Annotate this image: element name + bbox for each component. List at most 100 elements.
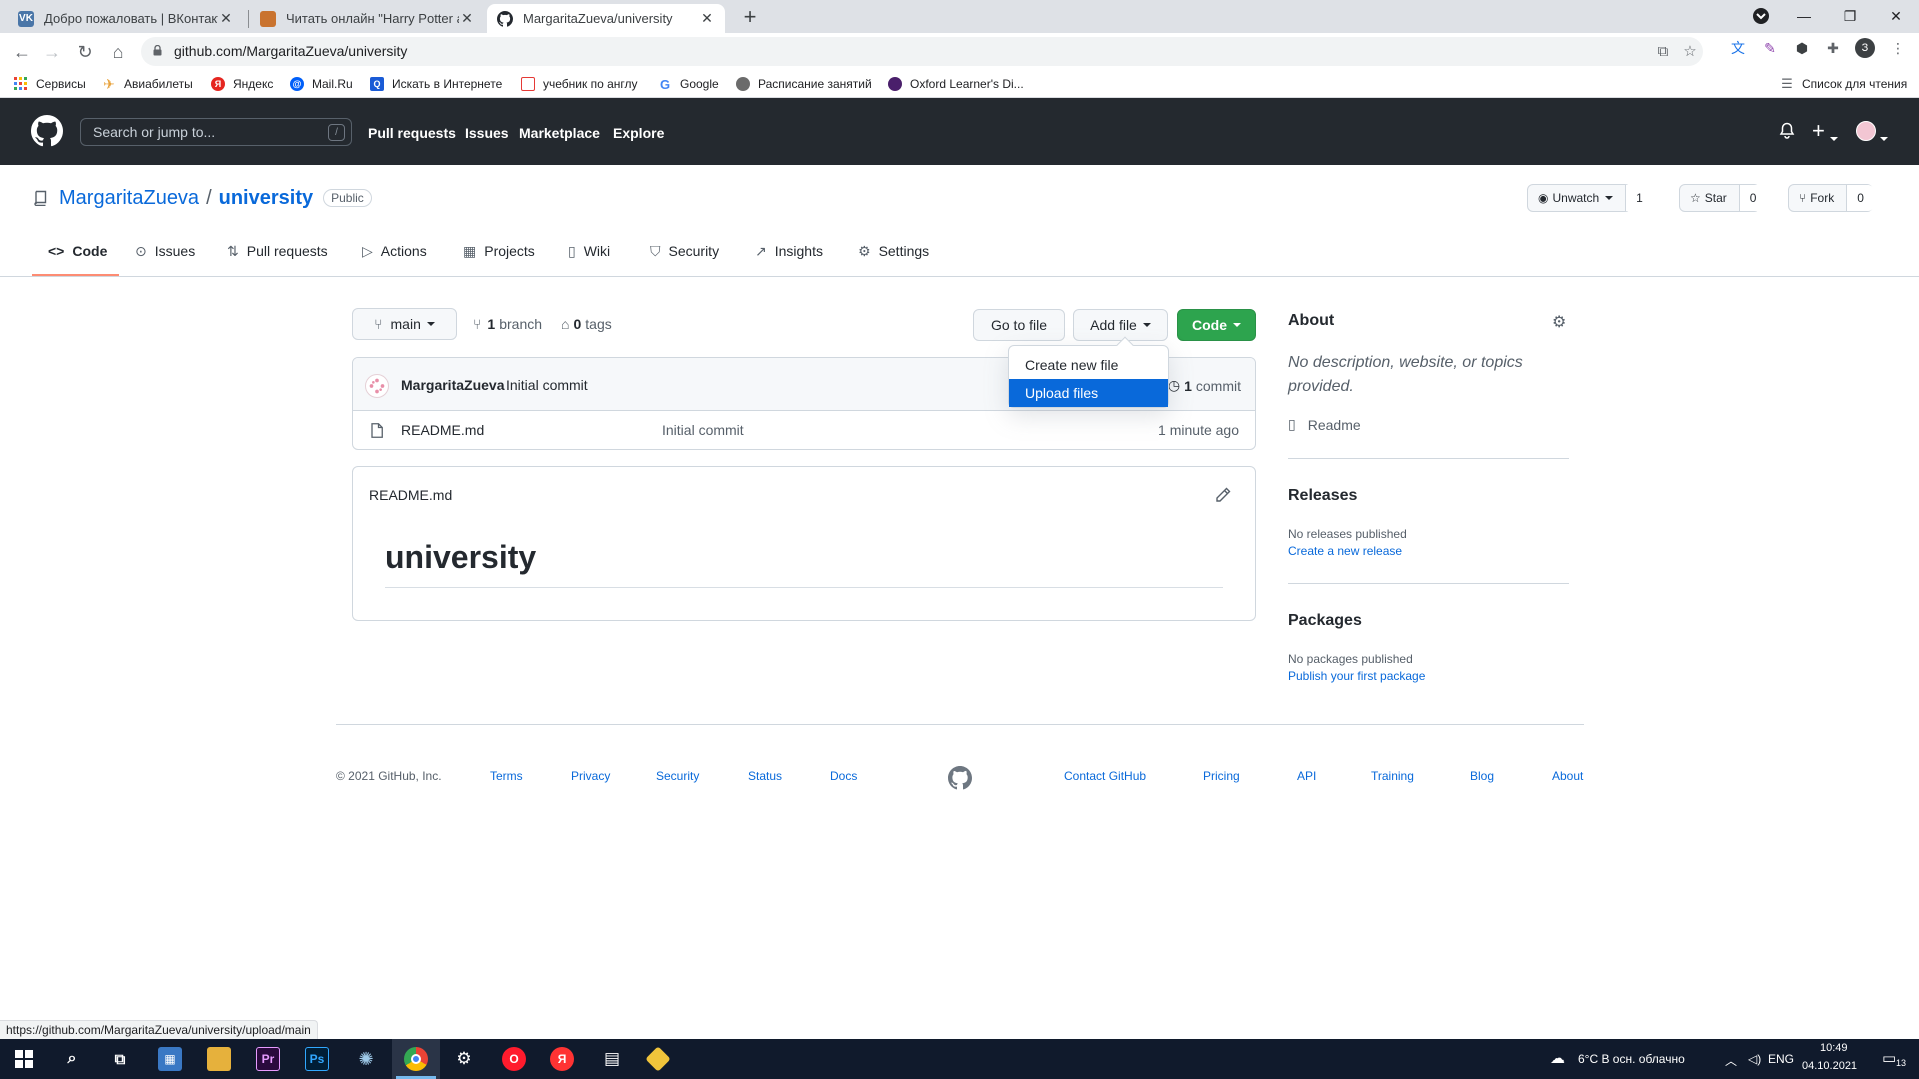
search-icon[interactable]: ⌕ xyxy=(60,1047,84,1071)
releases-heading[interactable]: Releases xyxy=(1288,487,1357,505)
star-button[interactable]: ☆ Star 0 xyxy=(1679,184,1767,212)
footer-link-status[interactable]: Status xyxy=(748,769,782,783)
footer-link-security[interactable]: Security xyxy=(656,769,699,783)
repo-name-link[interactable]: university xyxy=(219,187,313,210)
photoshop-icon[interactable]: Ps xyxy=(305,1047,329,1071)
notifications-bell-icon[interactable] xyxy=(1779,122,1795,140)
publish-package-link[interactable]: Publish your first package xyxy=(1288,669,1425,683)
footer-link-about[interactable]: About xyxy=(1552,769,1583,783)
footer-link-api[interactable]: API xyxy=(1297,769,1316,783)
footer-link-pricing[interactable]: Pricing xyxy=(1203,769,1240,783)
commit-message-link[interactable]: Initial commit xyxy=(506,377,588,393)
bookmark-services[interactable]: Сервисы xyxy=(14,75,86,93)
bookmark-oxford[interactable]: Oxford Learner's Di... xyxy=(888,75,1024,93)
tab-issues[interactable]: ⊙ Issues xyxy=(135,241,195,261)
tab-search-icon[interactable] xyxy=(1738,0,1784,32)
github-search-input[interactable]: Search or jump to... / xyxy=(80,118,352,146)
profile-avatar[interactable]: З xyxy=(1855,38,1875,58)
browser-tab-github[interactable]: MargaritaZueva/university ✕ xyxy=(487,4,725,33)
weather-text[interactable]: 6°C В осн. облачно xyxy=(1578,1052,1685,1066)
browser-tab-harry-potter[interactable]: Читать онлайн "Harry Potter and ✕ xyxy=(250,4,485,33)
author-avatar[interactable] xyxy=(365,374,389,398)
github-logo-icon[interactable] xyxy=(31,115,63,147)
footer-link-privacy[interactable]: Privacy xyxy=(571,769,610,783)
tab-pull-requests[interactable]: ⇅ Pull requests xyxy=(227,241,328,261)
home-icon[interactable]: ⌂ xyxy=(104,38,132,66)
commits-link[interactable]: ◷ 1 commit xyxy=(1168,377,1241,394)
footer-link-training[interactable]: Training xyxy=(1371,769,1414,783)
footer-link-terms[interactable]: Terms xyxy=(490,769,523,783)
tab-settings[interactable]: ⚙ Settings xyxy=(858,241,929,261)
file-explorer-icon[interactable] xyxy=(207,1047,231,1071)
close-tab-icon[interactable]: ✕ xyxy=(699,10,715,27)
commit-author-link[interactable]: MargaritaZueva xyxy=(401,377,504,393)
github-mark-icon[interactable] xyxy=(948,766,972,790)
tab-projects[interactable]: ▦ Projects xyxy=(463,241,535,261)
close-tab-icon[interactable]: ✕ xyxy=(218,10,234,27)
bookmark-search-internet[interactable]: Q Искать в Интернете xyxy=(370,75,502,93)
new-tab-button[interactable]: + xyxy=(737,5,763,31)
restore-window-icon[interactable]: ❐ xyxy=(1827,0,1873,32)
footer-link-blog[interactable]: Blog xyxy=(1470,769,1494,783)
minimize-window-icon[interactable]: — xyxy=(1781,0,1827,32)
yandex-browser-icon[interactable]: Я xyxy=(550,1047,574,1071)
address-bar[interactable]: github.com/MargaritaZueva/university ⧉ ☆ xyxy=(141,37,1703,66)
tags-link[interactable]: ⌂ 0 tags xyxy=(561,316,612,332)
bookmark-google[interactable]: G Google xyxy=(658,75,719,93)
bookmark-star-icon[interactable]: ☆ xyxy=(1681,43,1699,61)
notification-center-icon[interactable]: ▭ xyxy=(1882,1049,1896,1067)
go-to-file-button[interactable]: Go to file xyxy=(973,309,1065,341)
volume-icon[interactable]: ◁) xyxy=(1748,1052,1761,1066)
document-app-icon[interactable]: ▤ xyxy=(600,1047,624,1071)
fork-button[interactable]: ⑂ Fork 0 xyxy=(1788,184,1874,212)
close-window-icon[interactable]: ✕ xyxy=(1873,0,1919,32)
nav-issues[interactable]: Issues xyxy=(465,125,509,141)
browser-menu-icon[interactable]: ⋮ xyxy=(1888,38,1908,58)
nav-pull-requests[interactable]: Pull requests xyxy=(368,125,456,141)
bookmark-schedule[interactable]: Расписание занятий xyxy=(736,75,872,93)
calculator-icon[interactable]: ▦ xyxy=(158,1047,182,1071)
create-release-link[interactable]: Create a new release xyxy=(1288,544,1402,558)
browser-tab-vk[interactable]: VK Добро пожаловать | ВКонтакте ✕ xyxy=(8,4,244,33)
bookmark-mailru[interactable]: @ Mail.Ru xyxy=(290,75,353,93)
create-new-file-item[interactable]: Create new file xyxy=(1009,351,1168,379)
branch-select-button[interactable]: ⑂ main xyxy=(352,308,457,340)
repo-owner-link[interactable]: MargaritaZueva xyxy=(59,187,199,210)
opera-icon[interactable]: O xyxy=(502,1047,526,1071)
premiere-pro-icon[interactable]: Pr xyxy=(256,1047,280,1071)
upload-files-item[interactable]: Upload files xyxy=(1009,379,1168,407)
clock-date[interactable]: 04.10.2021 xyxy=(1802,1060,1857,1072)
clock-time[interactable]: 10:49 xyxy=(1820,1042,1848,1054)
gear-icon[interactable]: ⚙ xyxy=(1552,312,1566,332)
puzzle-extensions-icon[interactable]: ✚ xyxy=(1823,38,1843,58)
readme-filename-link[interactable]: README.md xyxy=(369,487,452,503)
tab-code[interactable]: <> Code xyxy=(48,241,107,261)
nav-marketplace[interactable]: Marketplace xyxy=(519,125,600,141)
windows-start-icon[interactable] xyxy=(12,1047,36,1071)
google-translate-extension-icon[interactable]: 文 xyxy=(1728,38,1748,58)
packages-heading[interactable]: Packages xyxy=(1288,612,1362,630)
footer-link-docs[interactable]: Docs xyxy=(830,769,857,783)
tab-insights[interactable]: ↗ Insights xyxy=(755,241,823,261)
user-avatar[interactable] xyxy=(1856,121,1876,141)
input-language[interactable]: ENG xyxy=(1768,1052,1794,1066)
forward-arrow-icon[interactable]: → xyxy=(38,38,66,66)
file-commit-message-link[interactable]: Initial commit xyxy=(662,422,744,438)
reload-icon[interactable]: ↻ xyxy=(71,38,99,66)
back-arrow-icon[interactable]: ← xyxy=(8,38,36,66)
bookmark-english-textbook[interactable]: учебник по англу xyxy=(521,75,638,93)
app-icon[interactable]: ✺ xyxy=(354,1047,378,1071)
extension-icon[interactable]: ⬢ xyxy=(1792,38,1812,58)
chrome-icon[interactable] xyxy=(404,1047,428,1071)
add-file-button[interactable]: Add file xyxy=(1073,309,1168,341)
branches-link[interactable]: ⑂ 1 branch xyxy=(473,316,542,332)
tab-actions[interactable]: ▷ Actions xyxy=(362,241,427,261)
tab-security[interactable]: ⛉ Security xyxy=(650,241,719,261)
reading-list[interactable]: ☰ Список для чтения xyxy=(1780,75,1907,93)
file-name-link[interactable]: README.md xyxy=(401,422,484,438)
nav-explore[interactable]: Explore xyxy=(613,125,664,141)
unwatch-button[interactable]: ◉ Unwatch 1 xyxy=(1527,184,1653,212)
footer-link-contact[interactable]: Contact GitHub xyxy=(1064,769,1146,783)
readme-link[interactable]: ▯ Readme xyxy=(1288,416,1361,433)
pen-extension-icon[interactable]: ✎ xyxy=(1760,38,1780,58)
